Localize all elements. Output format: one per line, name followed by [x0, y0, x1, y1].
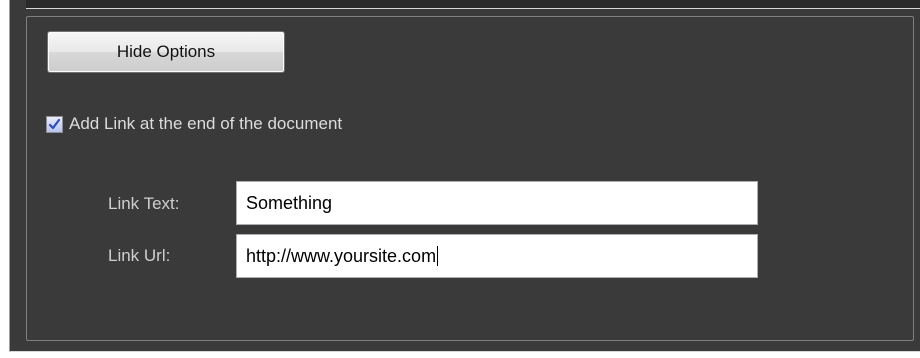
link-text-value: Something	[246, 192, 333, 213]
link-text-field[interactable]: Something	[236, 181, 758, 225]
link-url-value: http://www.yoursite.com	[246, 245, 437, 266]
screen: Hide Options Add Link at the end of the …	[0, 0, 920, 358]
hide-options-button[interactable]: Hide Options	[47, 31, 285, 73]
top-panel-edge	[26, 0, 920, 9]
checkmark-icon	[48, 118, 61, 129]
add-link-option[interactable]: Add Link at the end of the document	[46, 114, 342, 134]
link-text-label: Link Text:	[108, 194, 180, 213]
hide-options-button-label: Hide Options	[116, 42, 216, 61]
link-url-label: Link Url:	[108, 246, 171, 265]
link-url-field[interactable]: http://www.yoursite.com	[236, 234, 758, 278]
text-caret	[437, 246, 439, 266]
add-link-checkbox-label: Add Link at the end of the document	[69, 114, 343, 133]
add-link-checkbox[interactable]	[46, 115, 63, 133]
